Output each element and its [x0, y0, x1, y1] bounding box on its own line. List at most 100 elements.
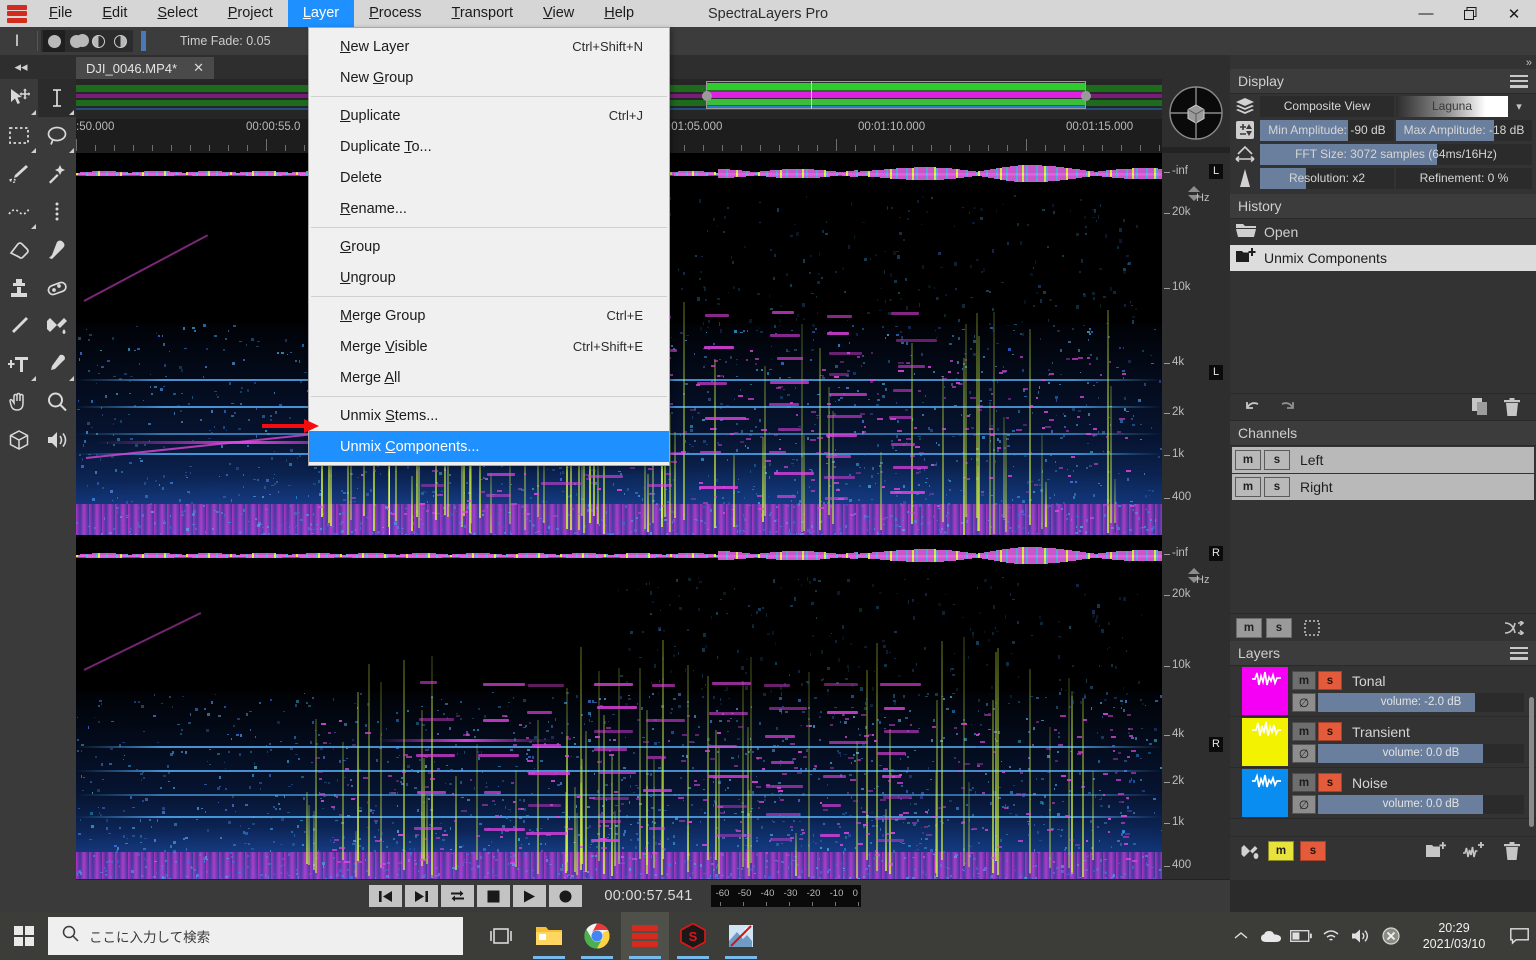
menu-layer[interactable]: Layer [288, 0, 354, 27]
tonal-pixel [871, 352, 873, 354]
eyedropper-tool-icon[interactable] [38, 345, 76, 383]
spectrogram-pixel [924, 847, 927, 849]
spectrogram-pixel [1131, 418, 1133, 420]
spectrogram-pixel [617, 529, 618, 532]
fill-tool-icon[interactable] [38, 307, 76, 345]
amplify-tool-icon[interactable] [0, 307, 38, 345]
spectrogram-pixel [935, 330, 936, 331]
menu-help[interactable]: Help [589, 0, 649, 27]
spectrogram-pixel [256, 435, 257, 438]
tonal-pixel [482, 510, 485, 512]
menu-project[interactable]: Project [213, 0, 288, 27]
close-icon[interactable]: ✕ [193, 60, 204, 76]
spectrogram-pixel [294, 736, 296, 739]
menu-select[interactable]: Select [142, 0, 212, 27]
harmonics-selection-tool-icon[interactable] [38, 193, 76, 231]
magic-brush-tool-icon[interactable] [0, 155, 38, 193]
close-button[interactable]: ✕ [1492, 0, 1536, 27]
menu-file[interactable]: File [34, 0, 87, 27]
waveform-strip-right[interactable] [76, 535, 1162, 577]
spectrogram-pixel [973, 858, 976, 860]
spectrogram-pixel [374, 850, 376, 852]
spectrogram-pixel [353, 501, 356, 502]
eraser-tool-icon[interactable] [0, 231, 38, 269]
spectrogram-pixel [281, 352, 284, 354]
spectrogram-right-channel[interactable] [76, 577, 1162, 879]
spectrogram-pixel [1115, 877, 1118, 878]
healing-tool-icon[interactable] [38, 231, 76, 269]
frequency-selection-tool-icon[interactable] [0, 193, 38, 231]
spectrogram-pixel [145, 798, 148, 801]
ruler-label: 00:00:55.0 [246, 121, 300, 133]
circle-double-icon[interactable] [65, 30, 87, 52]
tools-toolbar[interactable] [0, 79, 76, 880]
tonal-pixel [426, 510, 429, 512]
circle-half-icon[interactable] [87, 30, 109, 52]
spectrogram-pixel [1013, 466, 1014, 467]
spectrogram-pixel [295, 704, 297, 707]
spectrogram-pixel [781, 861, 784, 863]
3d-view-tool-icon[interactable] [0, 421, 38, 459]
document-tab[interactable]: DJI_0046.MP4* ✕ [76, 57, 214, 79]
spectrogram-pixel [271, 878, 273, 879]
transient-streak [315, 719, 317, 873]
spectrogram-pixel [1041, 815, 1042, 818]
time-fade-label[interactable]: Time Fade: 0.05 [180, 34, 271, 48]
menu-view[interactable]: View [528, 0, 589, 27]
rectangle-selection-tool-icon[interactable] [0, 117, 38, 155]
clone-stamp-tool-icon[interactable] [0, 269, 38, 307]
menu-process[interactable]: Process [354, 0, 436, 27]
spectrogram-pixel [754, 408, 756, 410]
menu-bar[interactable]: File Edit Select Project Layer Process T… [34, 0, 649, 27]
spectrogram-pixel [182, 696, 184, 697]
time-selection-tool-icon[interactable] [38, 79, 76, 117]
spectrogram-pixel [1112, 875, 1114, 878]
spectrogram-pixel [195, 528, 197, 530]
spectrogram-pixel [954, 262, 957, 266]
spectrogram-pixel [259, 702, 261, 704]
transient-streak [342, 742, 344, 860]
overview-playhead[interactable] [811, 81, 812, 109]
spectrogram-pixel [1032, 878, 1033, 879]
3d-navigator-cube-icon[interactable] [1162, 79, 1230, 147]
menu-edit[interactable]: Edit [87, 0, 142, 27]
spectrogram-pixel [454, 506, 456, 509]
overview-handle-left[interactable] [702, 91, 712, 101]
spectrogram-pixel [699, 199, 701, 203]
lasso-selection-tool-icon[interactable] [38, 117, 76, 155]
zoom-tool-icon[interactable] [38, 383, 76, 421]
spectrogram-pixel [1140, 758, 1142, 759]
tonal-pixel [1049, 419, 1054, 421]
magic-wand-tool-icon[interactable] [38, 155, 76, 193]
overview-selection-region[interactable] [706, 81, 1086, 109]
circle-full-icon[interactable] [43, 30, 65, 52]
audition-speaker-tool-icon[interactable] [38, 421, 76, 459]
spectrogram-pixel [318, 480, 320, 483]
tonal-pixel [1052, 802, 1055, 804]
spectrogram-pixel [1036, 697, 1039, 699]
spectrogram-pixel [288, 853, 290, 856]
tonal-pixel [776, 387, 781, 389]
spectrogram-pixel [234, 412, 236, 414]
window-controls[interactable]: — ✕ [1404, 0, 1536, 27]
spectrogram-pixel [346, 758, 348, 759]
tonal-pixel [752, 781, 758, 783]
rewind-icon[interactable]: ◂◂ [6, 57, 36, 77]
spectrogram-pixel [1098, 215, 1099, 219]
spectrogram-pixel [1093, 297, 1095, 300]
spectrogram-pixel [194, 330, 196, 332]
text-tool-icon[interactable] [0, 345, 38, 383]
spectrogram-pixel [310, 528, 312, 531]
circle-split-icon[interactable] [109, 30, 131, 52]
pan-hand-tool-icon[interactable] [0, 383, 38, 421]
menu-transport[interactable]: Transport [437, 0, 529, 27]
spectrogram-pixel [295, 360, 297, 362]
restore-button[interactable] [1448, 0, 1492, 27]
overview-handle-right[interactable] [1081, 91, 1091, 101]
move-tool-icon[interactable] [0, 79, 38, 117]
spectrogram-pixel [474, 532, 475, 534]
brush-shape-group[interactable] [41, 30, 133, 52]
minimize-button[interactable]: — [1404, 0, 1448, 27]
spectrogram-pixel [867, 529, 868, 531]
patch-tool-icon[interactable] [38, 269, 76, 307]
